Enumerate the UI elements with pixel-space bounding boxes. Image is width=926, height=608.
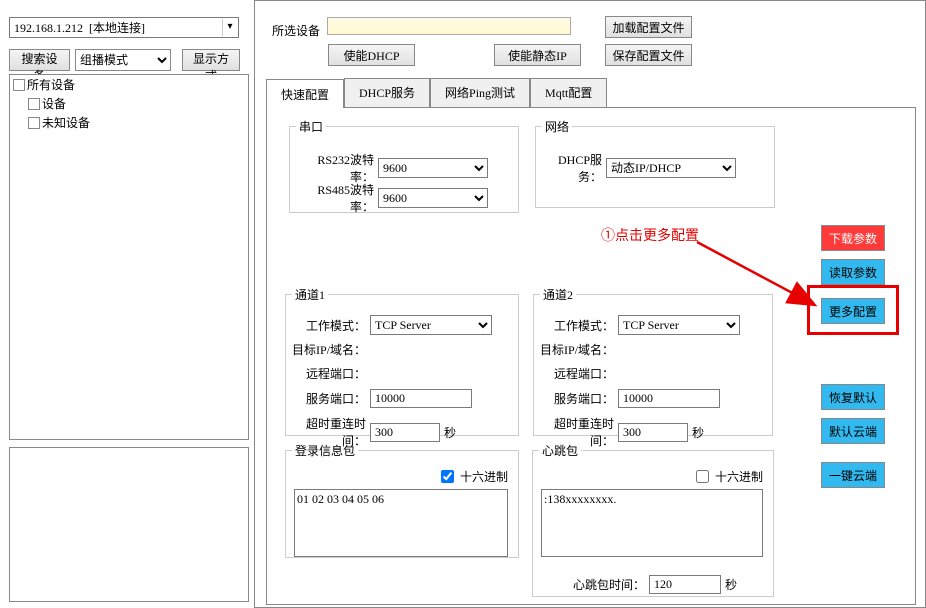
restore-default-button[interactable]: 恢复默认 — [821, 384, 885, 410]
channel2-legend: 通道2 — [540, 286, 576, 303]
channel2-group: 通道2 工作模式： TCP Server 目标IP/域名： 远程端口： 服务端口… — [533, 286, 773, 436]
broadcast-mode-select[interactable]: 组播模式 — [75, 49, 171, 71]
serial-legend: 串口 — [296, 118, 326, 135]
rs485-baud-select[interactable]: 9600 — [378, 188, 488, 208]
save-config-button[interactable]: 保存配置文件 — [605, 44, 692, 66]
selected-device-label: 所选设备 — [272, 22, 320, 39]
tree-item-unknown[interactable]: 未知设备 — [10, 113, 248, 132]
heart-interval-input[interactable] — [649, 575, 721, 594]
tab-quick-config[interactable]: 快速配置 — [266, 79, 344, 108]
ch2-timeout-input[interactable] — [618, 423, 688, 442]
config-tabs: 快速配置 DHCP服务 网络Ping测试 Mqtt配置 串口 RS232波特率：… — [266, 78, 916, 602]
heart-content-textarea[interactable] — [541, 489, 763, 557]
tab-content: 串口 RS232波特率： 9600 RS485波特率： 9600 网络 — [266, 107, 916, 605]
left-panel: ▾ 搜索设备 组播模式 显示方式 所有设备 设备 未知设备 — [0, 0, 252, 608]
rs485-label: RS485波特率： — [296, 181, 374, 215]
checkbox-icon[interactable] — [28, 117, 40, 129]
login-content-textarea[interactable] — [294, 489, 508, 557]
read-params-button[interactable]: 读取参数 — [821, 259, 885, 285]
network-legend: 网络 — [542, 118, 572, 135]
login-hex-checkbox[interactable] — [441, 470, 454, 483]
ch1-service-port-input[interactable] — [370, 389, 472, 408]
ch1-service-port-label: 服务端口： — [288, 390, 366, 407]
checkbox-icon[interactable] — [28, 98, 40, 110]
tab-ping-test[interactable]: 网络Ping测试 — [430, 78, 530, 107]
tab-dhcp-service[interactable]: DHCP服务 — [344, 78, 430, 107]
log-output-box — [9, 447, 249, 602]
ch2-timeout-unit: 秒 — [692, 424, 704, 441]
tree-label: 设备 — [42, 95, 66, 112]
ch1-mode-select[interactable]: TCP Server — [370, 315, 492, 335]
rs232-baud-select[interactable]: 9600 — [378, 158, 488, 178]
checkbox-icon[interactable] — [13, 79, 25, 91]
tab-bar: 快速配置 DHCP服务 网络Ping测试 Mqtt配置 — [266, 78, 916, 107]
ch1-ip-label: 目标IP/域名： — [288, 341, 366, 358]
heart-legend: 心跳包 — [539, 442, 581, 459]
dhcp-label: DHCP服务： — [542, 151, 602, 185]
dhcp-service-select[interactable]: 动态IP/DHCP — [606, 158, 736, 178]
tree-label: 所有设备 — [27, 76, 75, 93]
download-params-button[interactable]: 下载参数 — [821, 225, 885, 251]
heart-interval-label: 心跳包时间： — [573, 576, 645, 593]
ch1-timeout-input[interactable] — [370, 423, 440, 442]
ch2-service-port-label: 服务端口： — [536, 390, 614, 407]
heartbeat-group: 心跳包 十六进制 心跳包时间： 秒 — [532, 442, 774, 597]
ch2-ip-label: 目标IP/域名： — [536, 341, 614, 358]
one-click-cloud-button[interactable]: 一键云端 — [821, 462, 885, 488]
ip-address-input[interactable] — [9, 17, 239, 38]
load-config-button[interactable]: 加载配置文件 — [605, 16, 692, 38]
ch1-timeout-unit: 秒 — [444, 424, 456, 441]
heart-hex-checkbox[interactable] — [696, 470, 709, 483]
enable-dhcp-button[interactable]: 使能DHCP — [328, 44, 415, 66]
ch1-remote-port-label: 远程端口： — [288, 365, 366, 382]
device-tree[interactable]: 所有设备 设备 未知设备 — [9, 74, 249, 440]
channel1-group: 通道1 工作模式： TCP Server 目标IP/域名： 远程端口： 服务端口… — [285, 286, 519, 436]
serial-group: 串口 RS232波特率： 9600 RS485波特率： 9600 — [289, 118, 519, 213]
login-packet-group: 登录信息包 十六进制 — [285, 442, 519, 558]
search-device-button[interactable]: 搜索设备 — [9, 49, 70, 71]
ch2-remote-port-label: 远程端口： — [536, 365, 614, 382]
heart-interval-unit: 秒 — [725, 576, 737, 593]
display-mode-button[interactable]: 显示方式 — [182, 49, 240, 71]
selected-device-field — [327, 17, 571, 35]
tab-mqtt-config[interactable]: Mqtt配置 — [530, 78, 607, 107]
network-group: 网络 DHCP服务： 动态IP/DHCP — [535, 118, 775, 208]
right-panel: 所选设备 加载配置文件 使能DHCP 使能静态IP 保存配置文件 快速配置 DH… — [254, 0, 926, 608]
more-config-button[interactable]: 更多配置 — [821, 298, 885, 324]
hint-text: ①点击更多配置 — [601, 225, 699, 245]
rs232-label: RS232波特率： — [296, 151, 374, 185]
login-hex-label: 十六进制 — [460, 468, 508, 485]
heart-hex-label: 十六进制 — [715, 468, 763, 485]
enable-static-ip-button[interactable]: 使能静态IP — [494, 44, 581, 66]
login-legend: 登录信息包 — [292, 442, 358, 459]
ch2-mode-label: 工作模式： — [536, 317, 614, 334]
tree-label: 未知设备 — [42, 114, 90, 131]
ch1-mode-label: 工作模式： — [288, 317, 366, 334]
tree-item-device[interactable]: 设备 — [10, 94, 248, 113]
ch2-mode-select[interactable]: TCP Server — [618, 315, 740, 335]
default-cloud-button[interactable]: 默认云端 — [821, 418, 885, 444]
tree-item-all-devices[interactable]: 所有设备 — [10, 75, 248, 94]
channel1-legend: 通道1 — [292, 286, 328, 303]
ch2-service-port-input[interactable] — [618, 389, 720, 408]
